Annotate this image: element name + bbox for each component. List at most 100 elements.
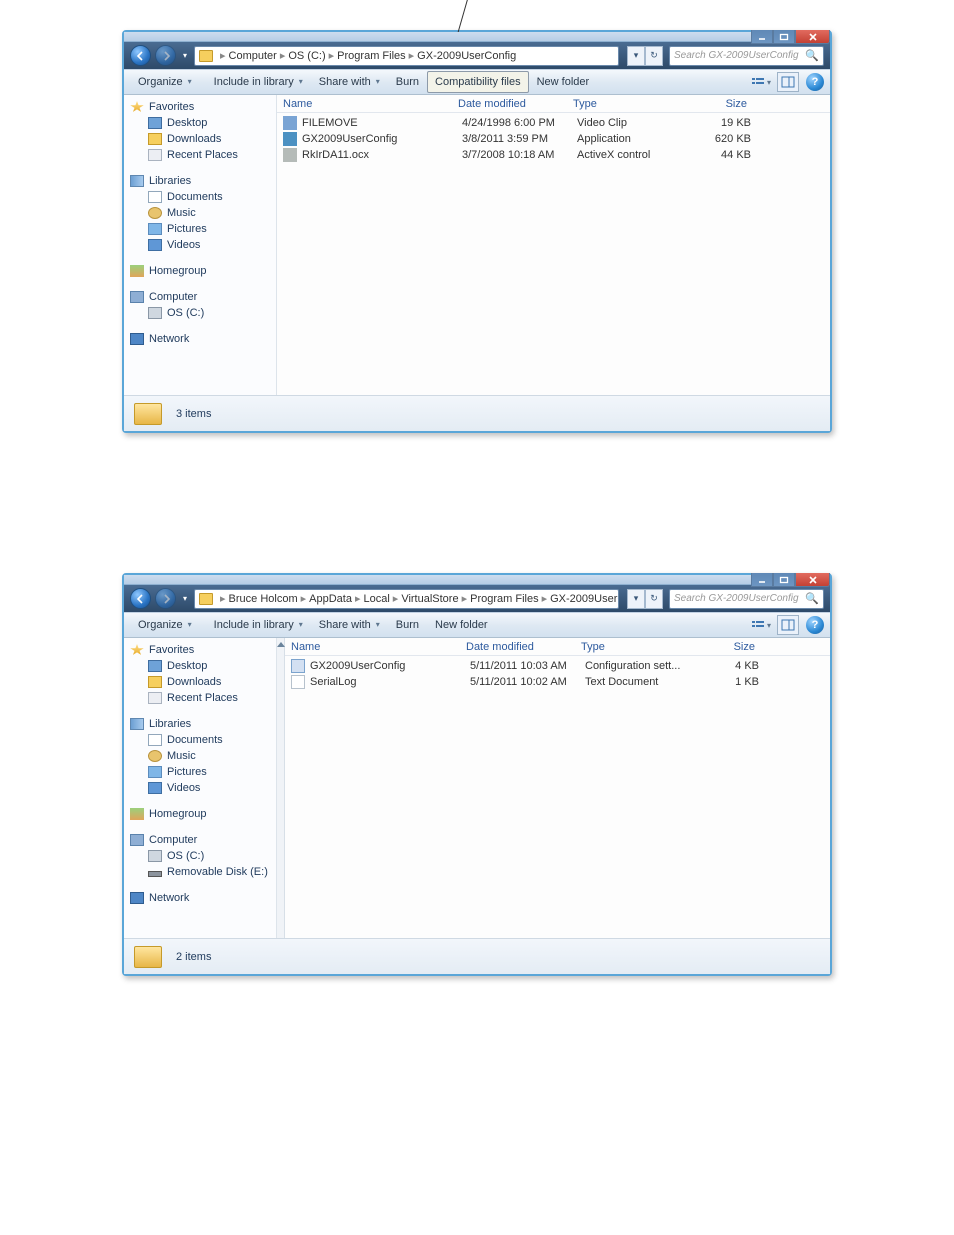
forward-button[interactable] [155, 45, 176, 66]
maximize-button[interactable] [773, 30, 795, 44]
nav-documents[interactable]: Documents [128, 732, 276, 748]
nav-music[interactable]: Music [128, 205, 276, 221]
nav-computer[interactable]: Computer [128, 832, 276, 848]
nav-history-dropdown[interactable]: ▾ [180, 590, 190, 608]
file-row[interactable]: SerialLog 5/11/2011 10:02 AM Text Docume… [291, 674, 824, 690]
breadcrumb[interactable]: Program Files [337, 50, 405, 62]
help-button[interactable]: ? [806, 616, 824, 634]
share-with-button[interactable]: Share with [311, 70, 388, 94]
include-in-library-button[interactable]: Include in library [206, 70, 311, 94]
new-folder-button[interactable]: New folder [427, 613, 496, 637]
nav-music[interactable]: Music [128, 748, 276, 764]
breadcrumb[interactable]: Local [363, 593, 389, 605]
nav-removable-disk[interactable]: Removable Disk (E:) [128, 864, 276, 880]
breadcrumb[interactable]: Program Files [470, 593, 538, 605]
refresh-button[interactable]: ↻ [645, 46, 663, 66]
nav-downloads[interactable]: Downloads [128, 674, 276, 690]
title-bar[interactable] [124, 575, 830, 585]
file-row[interactable]: FILEMOVE 4/24/1998 6:00 PM Video Clip 19… [283, 115, 824, 131]
address-bar[interactable]: ▸ Bruce Holcom ▸ AppData ▸ Local ▸ Virtu… [194, 589, 619, 609]
minimize-button[interactable] [751, 30, 773, 44]
breadcrumb[interactable]: AppData [309, 593, 352, 605]
col-name[interactable]: Name [283, 98, 458, 110]
explorer-window-1: ▾ ▸ Computer ▸ OS (C:) ▸ Program Files ▸… [122, 30, 832, 433]
nav-recent-places[interactable]: Recent Places [128, 147, 276, 163]
nav-pictures[interactable]: Pictures [128, 764, 276, 780]
nav-libraries[interactable]: Libraries [128, 716, 276, 732]
new-folder-button[interactable]: New folder [529, 70, 598, 94]
file-row[interactable]: GX2009UserConfig 3/8/2011 3:59 PM Applic… [283, 131, 824, 147]
col-size[interactable]: Size [691, 641, 761, 653]
file-row[interactable]: RkIrDA11.ocx 3/7/2008 10:18 AM ActiveX c… [283, 147, 824, 163]
nav-favorites[interactable]: Favorites [128, 642, 276, 658]
organize-button[interactable]: Organize [130, 613, 200, 637]
nav-downloads[interactable]: Downloads [128, 131, 276, 147]
preview-pane-button[interactable] [777, 615, 799, 635]
nav-homegroup[interactable]: Homegroup [128, 806, 276, 822]
nav-network[interactable]: Network [128, 890, 276, 906]
documents-icon [148, 191, 162, 203]
col-type[interactable]: Type [573, 98, 683, 110]
documents-icon [148, 734, 162, 746]
file-row[interactable]: GX2009UserConfig 5/11/2011 10:03 AM Conf… [291, 658, 824, 674]
pictures-icon [148, 223, 162, 235]
compatibility-files-button[interactable]: Compatibility files [427, 71, 529, 93]
burn-button[interactable]: Burn [388, 70, 427, 94]
search-placeholder: Search GX-2009UserConfig [674, 593, 799, 604]
breadcrumb[interactable]: GX-2009UserConfig [550, 593, 619, 605]
back-button[interactable] [130, 588, 151, 609]
nav-computer[interactable]: Computer [128, 289, 276, 305]
nav-recent-places[interactable]: Recent Places [128, 690, 276, 706]
nav-desktop[interactable]: Desktop [128, 658, 276, 674]
nav-libraries[interactable]: Libraries [128, 173, 276, 189]
breadcrumb[interactable]: Computer [229, 50, 277, 62]
nav-favorites[interactable]: Favorites [128, 99, 276, 115]
back-button[interactable] [130, 45, 151, 66]
address-dropdown-button[interactable]: ▾ [627, 589, 645, 609]
navpane-resizer[interactable] [277, 638, 285, 938]
nav-os-c[interactable]: OS (C:) [128, 848, 276, 864]
refresh-button[interactable]: ↻ [645, 589, 663, 609]
organize-button[interactable]: Organize [130, 70, 200, 94]
preview-pane-button[interactable] [777, 72, 799, 92]
address-bar[interactable]: ▸ Computer ▸ OS (C:) ▸ Program Files ▸ G… [194, 46, 619, 66]
search-input[interactable]: Search GX-2009UserConfig 🔍 [669, 46, 824, 66]
view-mode-button[interactable] [748, 72, 774, 92]
breadcrumb[interactable]: GX-2009UserConfig [417, 50, 516, 62]
col-name[interactable]: Name [291, 641, 466, 653]
nav-history-dropdown[interactable]: ▾ [180, 47, 190, 65]
window-controls [751, 573, 830, 587]
nav-os-c[interactable]: OS (C:) [128, 305, 276, 321]
close-button[interactable] [795, 30, 830, 44]
col-date[interactable]: Date modified [458, 98, 573, 110]
nav-homegroup[interactable]: Homegroup [128, 263, 276, 279]
title-bar[interactable] [124, 32, 830, 42]
col-date[interactable]: Date modified [466, 641, 581, 653]
libraries-icon [130, 175, 144, 187]
nav-documents[interactable]: Documents [128, 189, 276, 205]
help-button[interactable]: ? [806, 73, 824, 91]
share-with-button[interactable]: Share with [311, 613, 388, 637]
col-size[interactable]: Size [683, 98, 753, 110]
close-button[interactable] [795, 573, 830, 587]
nav-desktop[interactable]: Desktop [128, 115, 276, 131]
view-mode-button[interactable] [748, 615, 774, 635]
maximize-button[interactable] [773, 573, 795, 587]
include-in-library-button[interactable]: Include in library [206, 613, 311, 637]
burn-button[interactable]: Burn [388, 613, 427, 637]
search-input[interactable]: Search GX-2009UserConfig 🔍 [669, 589, 824, 609]
breadcrumb[interactable]: VirtualStore [401, 593, 458, 605]
nav-videos[interactable]: Videos [128, 237, 276, 253]
breadcrumb[interactable]: Bruce Holcom [229, 593, 298, 605]
status-bar: 3 items [124, 395, 830, 431]
nav-pictures[interactable]: Pictures [128, 221, 276, 237]
col-type[interactable]: Type [581, 641, 691, 653]
nav-network[interactable]: Network [128, 331, 276, 347]
file-rows: GX2009UserConfig 5/11/2011 10:03 AM Conf… [285, 656, 830, 692]
desktop-icon [148, 660, 162, 672]
address-dropdown-button[interactable]: ▾ [627, 46, 645, 66]
breadcrumb[interactable]: OS (C:) [288, 50, 325, 62]
forward-button[interactable] [155, 588, 176, 609]
nav-videos[interactable]: Videos [128, 780, 276, 796]
minimize-button[interactable] [751, 573, 773, 587]
